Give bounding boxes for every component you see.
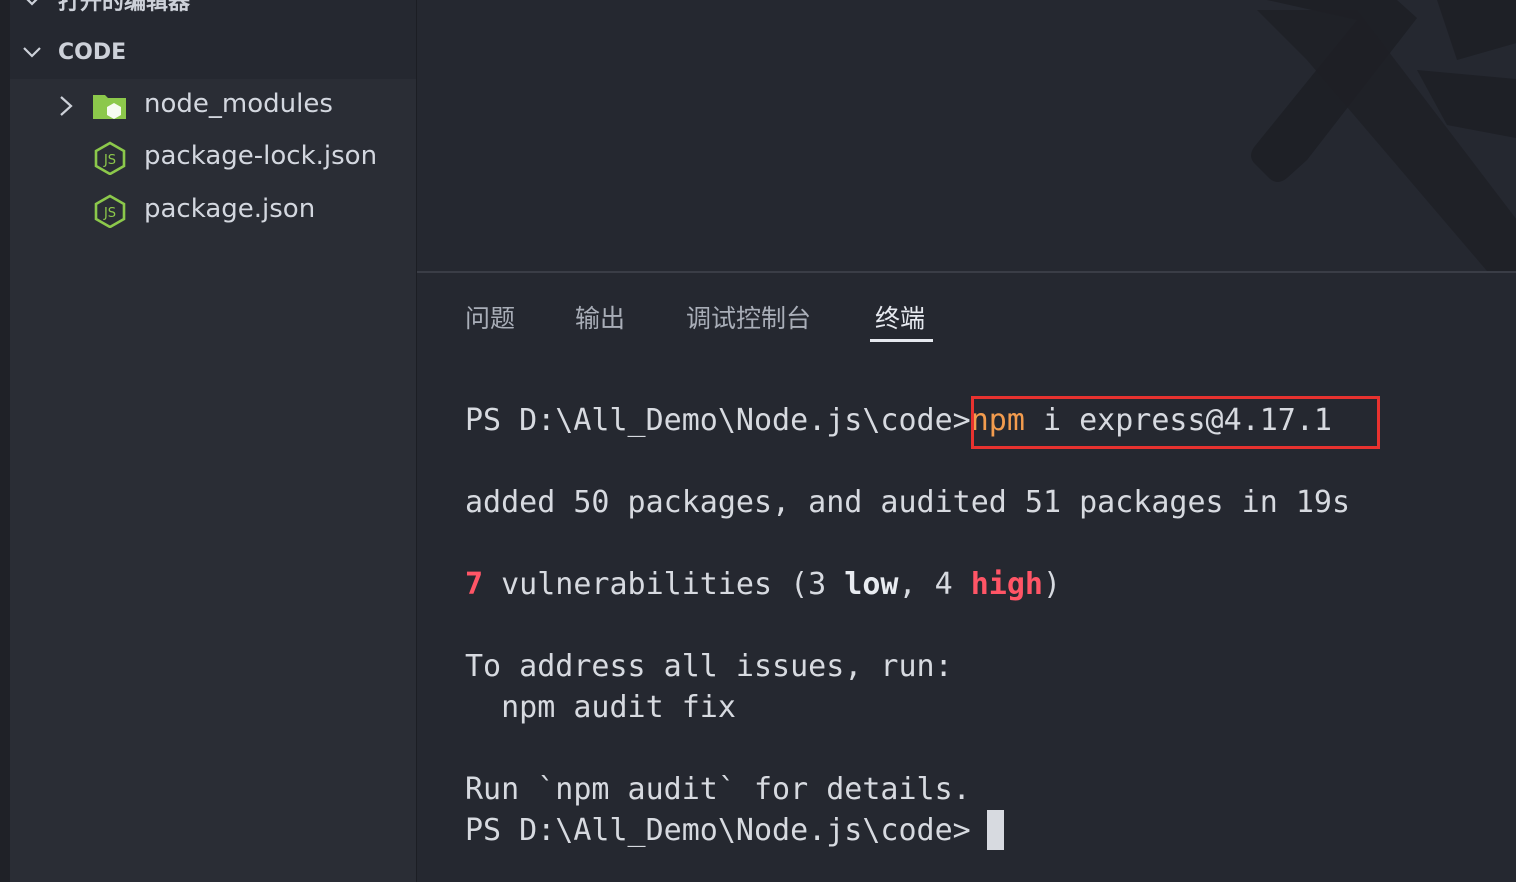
vuln-text: ) bbox=[1042, 567, 1062, 602]
vuln-text: , 4 bbox=[898, 567, 971, 602]
vuln-low: low bbox=[844, 567, 899, 602]
terminal-cursor bbox=[987, 810, 1004, 850]
run-details-line: Run `npm audit` for details. bbox=[465, 772, 971, 807]
file-name: node_modules bbox=[144, 89, 333, 119]
tree-item-package-lock[interactable]: JS package-lock.json bbox=[10, 132, 416, 184]
vulnerability-count: 7 bbox=[465, 567, 484, 602]
tree-item-node-modules[interactable]: node_modules bbox=[10, 80, 416, 132]
svg-text:JS: JS bbox=[103, 153, 116, 168]
audit-fix-line: npm audit fix bbox=[465, 690, 736, 725]
vscode-watermark-icon bbox=[1251, 0, 1516, 271]
file-tree: node_modules JS package-lock.json JS pac… bbox=[10, 79, 416, 882]
sidebar-gutter bbox=[0, 0, 10, 882]
final-prompt-line: PS D:\All_Demo\Node.js\code> bbox=[465, 813, 989, 848]
file-name: package-lock.json bbox=[144, 141, 378, 171]
file-name: package.json bbox=[144, 194, 316, 224]
terminal-prompt: PS D:\All_Demo\Node.js\code> bbox=[465, 403, 971, 438]
added-packages-line: added 50 packages, and audited 51 packag… bbox=[465, 485, 1351, 520]
bottom-panel: 问题 输出 调试控制台 终端 PS D:\All_Demo\Node.js\co… bbox=[417, 273, 1516, 882]
open-editors-header[interactable]: 打开的编辑器 bbox=[10, 0, 416, 20]
terminal-output[interactable]: PS D:\All_Demo\Node.js\code>npm i expres… bbox=[465, 273, 1505, 848]
vuln-text: vulnerabilities (3 bbox=[483, 567, 845, 602]
command-highlight-box bbox=[971, 396, 1380, 449]
address-issues-line: To address all issues, run: bbox=[465, 649, 953, 684]
nodejs-icon: JS bbox=[94, 141, 126, 175]
vulnerabilities-line: 7 vulnerabilities (3 low, 4 high) bbox=[465, 565, 1061, 605]
tree-item-package-json[interactable]: JS package.json bbox=[10, 185, 416, 237]
vuln-high: high bbox=[970, 567, 1043, 602]
open-editors-label: 打开的编辑器 bbox=[58, 0, 191, 15]
explorer-sidebar: 打开的编辑器 CODE node_modules JS package-lock… bbox=[0, 0, 417, 882]
chevron-down-icon bbox=[23, 47, 41, 58]
editor-area bbox=[417, 0, 1516, 271]
workspace-label: CODE bbox=[58, 39, 127, 65]
svg-text:JS: JS bbox=[103, 206, 116, 221]
folder-icon bbox=[93, 95, 126, 119]
nodejs-icon: JS bbox=[94, 194, 126, 228]
chevron-down-icon bbox=[26, 0, 38, 6]
workspace-header[interactable]: CODE bbox=[10, 32, 416, 72]
chevron-right-icon bbox=[60, 96, 73, 116]
